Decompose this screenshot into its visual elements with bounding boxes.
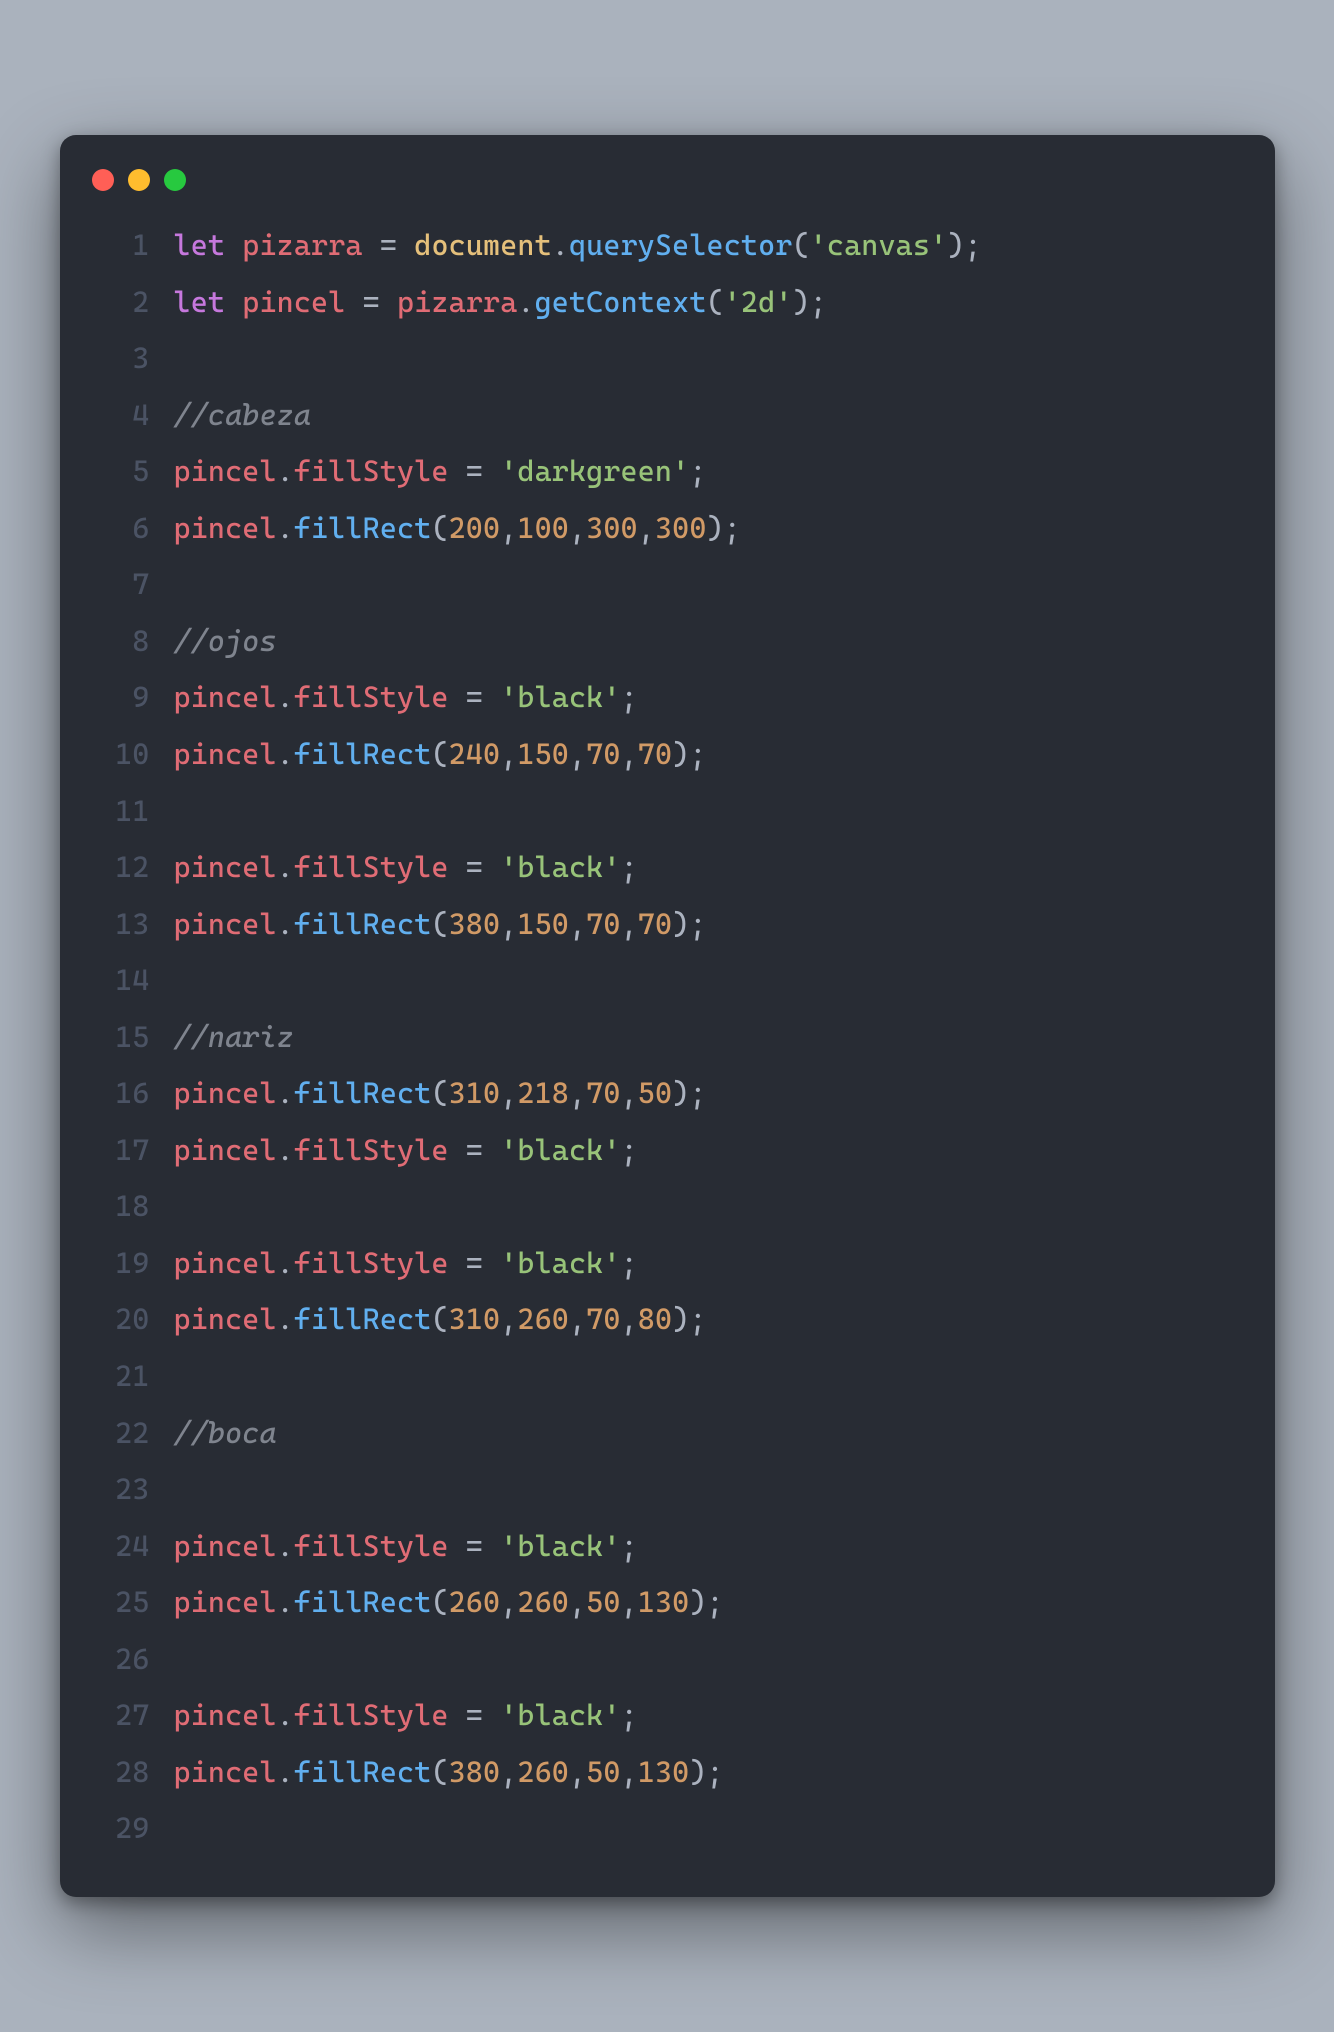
line-content [174,952,191,1009]
code-window: 1let pizarra = document.querySelector('c… [60,135,1275,1897]
line-content: pincel.fillRect(310,218,70,50); [174,1065,707,1122]
code-line: 21 [90,1348,1245,1405]
zoom-icon[interactable] [164,169,186,191]
code-line: 29 [90,1800,1245,1857]
code-line: 23 [90,1461,1245,1518]
line-number: 7 [90,556,174,613]
line-content: pincel.fillStyle = 'black'; [174,839,638,896]
line-number: 14 [90,952,174,1009]
line-content [174,1461,191,1518]
code-line: 18 [90,1178,1245,1235]
line-number: 8 [90,613,174,670]
code-line: 1let pizarra = document.querySelector('c… [90,217,1245,274]
code-line: 20pincel.fillRect(310,260,70,80); [90,1291,1245,1348]
line-content: //ojos [174,613,277,670]
line-content: pincel.fillRect(380,150,70,70); [174,896,707,953]
line-number: 12 [90,839,174,896]
minimize-icon[interactable] [128,169,150,191]
line-number: 10 [90,726,174,783]
code-line: 7 [90,556,1245,613]
line-number: 17 [90,1122,174,1179]
code-line: 13pincel.fillRect(380,150,70,70); [90,896,1245,953]
code-line: 5pincel.fillStyle = 'darkgreen'; [90,443,1245,500]
line-content: pincel.fillRect(380,260,50,130); [174,1744,724,1801]
close-icon[interactable] [92,169,114,191]
code-line: 8//ojos [90,613,1245,670]
line-number: 27 [90,1687,174,1744]
line-number: 5 [90,443,174,500]
line-number: 15 [90,1009,174,1066]
line-number: 20 [90,1291,174,1348]
line-number: 18 [90,1178,174,1235]
code-line: 6pincel.fillRect(200,100,300,300); [90,500,1245,557]
code-line: 4//cabeza [90,387,1245,444]
line-number: 2 [90,274,174,331]
line-number: 21 [90,1348,174,1405]
line-number: 22 [90,1405,174,1462]
line-number: 26 [90,1631,174,1688]
line-number: 16 [90,1065,174,1122]
line-content: pincel.fillStyle = 'black'; [174,1518,638,1575]
code-line: 27pincel.fillStyle = 'black'; [90,1687,1245,1744]
line-content [174,330,191,387]
code-line: 14 [90,952,1245,1009]
line-number: 13 [90,896,174,953]
line-number: 3 [90,330,174,387]
code-line: 22//boca [90,1405,1245,1462]
code-line: 11 [90,783,1245,840]
code-line: 19pincel.fillStyle = 'black'; [90,1235,1245,1292]
line-content: //boca [174,1405,277,1462]
line-number: 29 [90,1800,174,1857]
code-line: 2let pincel = pizarra.getContext('2d'); [90,274,1245,331]
line-number: 19 [90,1235,174,1292]
window-traffic-lights [90,165,1245,217]
line-content: pincel.fillRect(200,100,300,300); [174,500,741,557]
line-content [174,1631,191,1688]
line-number: 4 [90,387,174,444]
line-content: //nariz [174,1009,294,1066]
code-line: 16pincel.fillRect(310,218,70,50); [90,1065,1245,1122]
line-number: 23 [90,1461,174,1518]
code-editor[interactable]: 1let pizarra = document.querySelector('c… [90,217,1245,1857]
code-line: 10pincel.fillRect(240,150,70,70); [90,726,1245,783]
line-content [174,1178,191,1235]
code-line: 3 [90,330,1245,387]
code-line: 28pincel.fillRect(380,260,50,130); [90,1744,1245,1801]
line-content: pincel.fillRect(240,150,70,70); [174,726,707,783]
line-number: 1 [90,217,174,274]
line-content: pincel.fillStyle = 'black'; [174,1122,638,1179]
line-content: let pizarra = document.querySelector('ca… [174,217,982,274]
line-content: let pincel = pizarra.getContext('2d'); [174,274,827,331]
line-number: 11 [90,783,174,840]
line-content: pincel.fillStyle = 'black'; [174,669,638,726]
line-number: 24 [90,1518,174,1575]
line-content: pincel.fillStyle = 'darkgreen'; [174,443,707,500]
line-content [174,783,191,840]
code-line: 15//nariz [90,1009,1245,1066]
code-line: 25pincel.fillRect(260,260,50,130); [90,1574,1245,1631]
line-content [174,1348,191,1405]
line-content: pincel.fillStyle = 'black'; [174,1687,638,1744]
code-line: 26 [90,1631,1245,1688]
line-number: 9 [90,669,174,726]
line-content [174,556,191,613]
code-line: 12pincel.fillStyle = 'black'; [90,839,1245,896]
line-content: pincel.fillStyle = 'black'; [174,1235,638,1292]
line-content: pincel.fillRect(310,260,70,80); [174,1291,707,1348]
code-line: 24pincel.fillStyle = 'black'; [90,1518,1245,1575]
line-number: 25 [90,1574,174,1631]
line-content [174,1800,191,1857]
line-number: 6 [90,500,174,557]
line-number: 28 [90,1744,174,1801]
code-line: 9pincel.fillStyle = 'black'; [90,669,1245,726]
line-content: pincel.fillRect(260,260,50,130); [174,1574,724,1631]
code-line: 17pincel.fillStyle = 'black'; [90,1122,1245,1179]
line-content: //cabeza [174,387,312,444]
